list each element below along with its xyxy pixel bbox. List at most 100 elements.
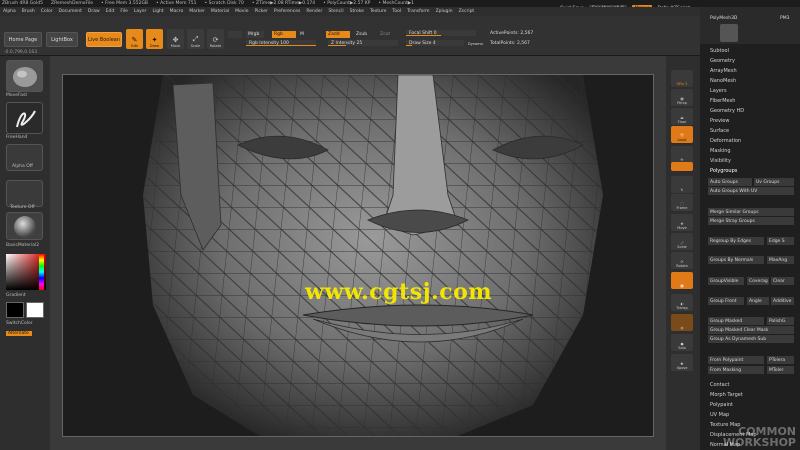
regroup-edges-button[interactable]: Regroup By Edges xyxy=(708,237,764,245)
secondary-color-swatch[interactable] xyxy=(6,302,24,318)
edge-s-slider[interactable]: Edge S xyxy=(767,237,794,245)
rotate-view-button[interactable]: ⟳ Rotate xyxy=(671,252,693,269)
floor-button[interactable]: ▬ Floor xyxy=(671,108,693,125)
auto-groups-button[interactable]: Auto Groups xyxy=(708,178,752,186)
zsub-button[interactable]: Zsub xyxy=(354,31,372,38)
draw-mode-button[interactable]: ✦ Draw xyxy=(146,29,163,49)
merge-similar-button[interactable]: Merge Similar Groups xyxy=(708,208,794,216)
z-intensity-slider[interactable]: Z Intensity 25 xyxy=(328,40,398,46)
palette-grip[interactable] xyxy=(228,31,242,38)
menu-color[interactable]: Color xyxy=(41,9,53,14)
uv-groups-button[interactable]: Uv Groups xyxy=(754,178,794,186)
zadd-button[interactable]: Zadd xyxy=(326,31,350,38)
persp-button[interactable]: ▦ Persp xyxy=(671,89,693,106)
groups-normals-button[interactable]: Groups By Normals xyxy=(708,256,764,264)
switch-color-label[interactable]: SwitchColor xyxy=(6,321,46,326)
menu-stencil[interactable]: Stencil xyxy=(328,9,343,14)
dynamic-toggle[interactable]: Dynamic xyxy=(466,40,488,47)
group-masked-clear-button[interactable]: Group Masked Clear Mask xyxy=(708,326,794,334)
menu-edit[interactable]: Edit xyxy=(106,9,115,14)
visibility-menu[interactable]: Visibility xyxy=(710,158,731,164)
masking-tolerance-slider[interactable]: MToler xyxy=(767,366,794,374)
arraymesh-menu[interactable]: ArrayMesh xyxy=(710,68,737,74)
move-mode-button[interactable]: ✥ Move xyxy=(167,29,184,49)
mrgb-button[interactable]: Mrgb xyxy=(246,31,264,38)
menu-zplugin[interactable]: Zplugin xyxy=(436,9,453,14)
masking-menu[interactable]: Masking xyxy=(710,148,731,154)
menu-layer[interactable]: Layer xyxy=(134,9,147,14)
menu-marker[interactable]: Marker xyxy=(189,9,205,14)
auto-groups-uv-button[interactable]: Auto Groups With UV xyxy=(708,187,794,195)
menu-transform[interactable]: Transform xyxy=(407,9,429,14)
draw-size-slider[interactable]: Draw Size 4 xyxy=(406,40,464,46)
polyframe-button[interactable]: ▦ xyxy=(671,272,693,289)
geometry-hd-menu[interactable]: Geometry HD xyxy=(710,108,744,114)
polygroups-menu[interactable]: Polygroups xyxy=(710,168,737,174)
color-picker[interactable] xyxy=(6,254,46,290)
tool-thumb-image[interactable] xyxy=(720,24,738,42)
lightbox-button[interactable]: LightBox xyxy=(46,32,78,47)
rgb-intensity-slider[interactable]: Rgb Intensity 100 xyxy=(246,40,316,46)
menu-picker[interactable]: Picker xyxy=(254,9,267,14)
spix-button[interactable]: SPix 3 xyxy=(671,70,693,87)
viewport[interactable]: www.cgtsj.com xyxy=(50,56,666,450)
menu-movie[interactable]: Movie xyxy=(235,9,248,14)
geometry-menu[interactable]: Geometry xyxy=(710,58,735,64)
menu-document[interactable]: Document xyxy=(59,9,82,14)
texture-selector[interactable] xyxy=(6,180,43,207)
menu-stroke[interactable]: Stroke xyxy=(350,9,364,14)
polypaint-menu[interactable]: Polypaint xyxy=(710,402,733,408)
angle-slider[interactable]: Angle xyxy=(747,297,769,305)
menu-tool[interactable]: Tool xyxy=(392,9,401,14)
uv-map-menu[interactable]: UV Map xyxy=(710,412,729,418)
polypaint-tolerance-slider[interactable]: PTolera xyxy=(767,356,794,364)
menu-preferences[interactable]: Preferences xyxy=(274,9,300,14)
ghost-button[interactable]: ◍ xyxy=(671,314,693,331)
group-front-button[interactable]: Group Front xyxy=(708,297,744,305)
edit-mode-button[interactable]: ✎ Edit xyxy=(126,29,143,49)
fibermesh-menu[interactable]: FiberMesh xyxy=(710,98,735,104)
clear-slider[interactable]: Clear xyxy=(771,277,794,285)
menu-material[interactable]: Material xyxy=(211,9,229,14)
document-canvas[interactable]: www.cgtsj.com xyxy=(62,74,654,437)
main-color-swatch[interactable] xyxy=(26,302,44,318)
transp-button[interactable]: ◐ Transp xyxy=(671,294,693,311)
from-masking-button[interactable]: From Masking xyxy=(708,366,764,374)
menu-brush[interactable]: Brush xyxy=(22,9,35,14)
subtool-menu[interactable]: Subtool xyxy=(710,48,729,54)
live-boolean-button[interactable]: Live Boolean xyxy=(86,32,122,47)
additive-toggle[interactable]: Additive xyxy=(771,297,794,305)
rotate-axis-button[interactable]: ↻ xyxy=(671,176,693,193)
tool-thumb-polymesh[interactable]: PolyMesh3D xyxy=(710,16,740,24)
menu-file[interactable]: File xyxy=(120,9,128,14)
xpose-button[interactable]: ✺ Xpose xyxy=(671,354,693,371)
frame-button[interactable]: ⬚ Frame xyxy=(671,194,693,211)
alternate-button[interactable]: Alternate xyxy=(6,331,32,336)
surface-menu[interactable]: Surface xyxy=(710,128,729,134)
deformation-menu[interactable]: Deformation xyxy=(710,138,741,144)
rgb-button[interactable]: Rgb xyxy=(272,31,296,38)
max-angle-slider[interactable]: MaxAng xyxy=(767,256,794,264)
nanomesh-menu[interactable]: NanoMesh xyxy=(710,78,736,84)
from-polypaint-button[interactable]: From Polypaint xyxy=(708,356,764,364)
menu-draw[interactable]: Draw xyxy=(88,9,100,14)
contact-menu[interactable]: Contact xyxy=(710,382,729,388)
material-selector[interactable] xyxy=(6,212,43,240)
scale-mode-button[interactable]: ⤢ Scale xyxy=(187,29,204,49)
layers-menu[interactable]: Layers xyxy=(710,88,727,94)
menu-render[interactable]: Render xyxy=(306,9,322,14)
sym-toggle[interactable] xyxy=(671,162,693,171)
m-button[interactable]: M xyxy=(298,31,308,38)
group-visible-button[interactable]: GroupVisible xyxy=(708,277,744,285)
zcut-button[interactable]: Zcut xyxy=(378,31,396,38)
tool-thumb-pm3[interactable]: PM3 xyxy=(780,16,798,24)
focal-shift-slider[interactable]: Focal Shift 0 xyxy=(406,30,476,36)
stroke-selector[interactable] xyxy=(6,102,43,134)
menu-zscript[interactable]: Zscript xyxy=(459,9,475,14)
group-dynamesh-button[interactable]: Group As Dynamesh Sub xyxy=(708,335,794,343)
coverage-slider[interactable]: Coverag xyxy=(747,277,769,285)
menu-texture[interactable]: Texture xyxy=(370,9,386,14)
polish-g-slider[interactable]: PolishG xyxy=(767,317,794,325)
rotate-mode-button[interactable]: ⟳ Rotate xyxy=(207,29,224,49)
preview-menu[interactable]: Preview xyxy=(710,118,729,124)
